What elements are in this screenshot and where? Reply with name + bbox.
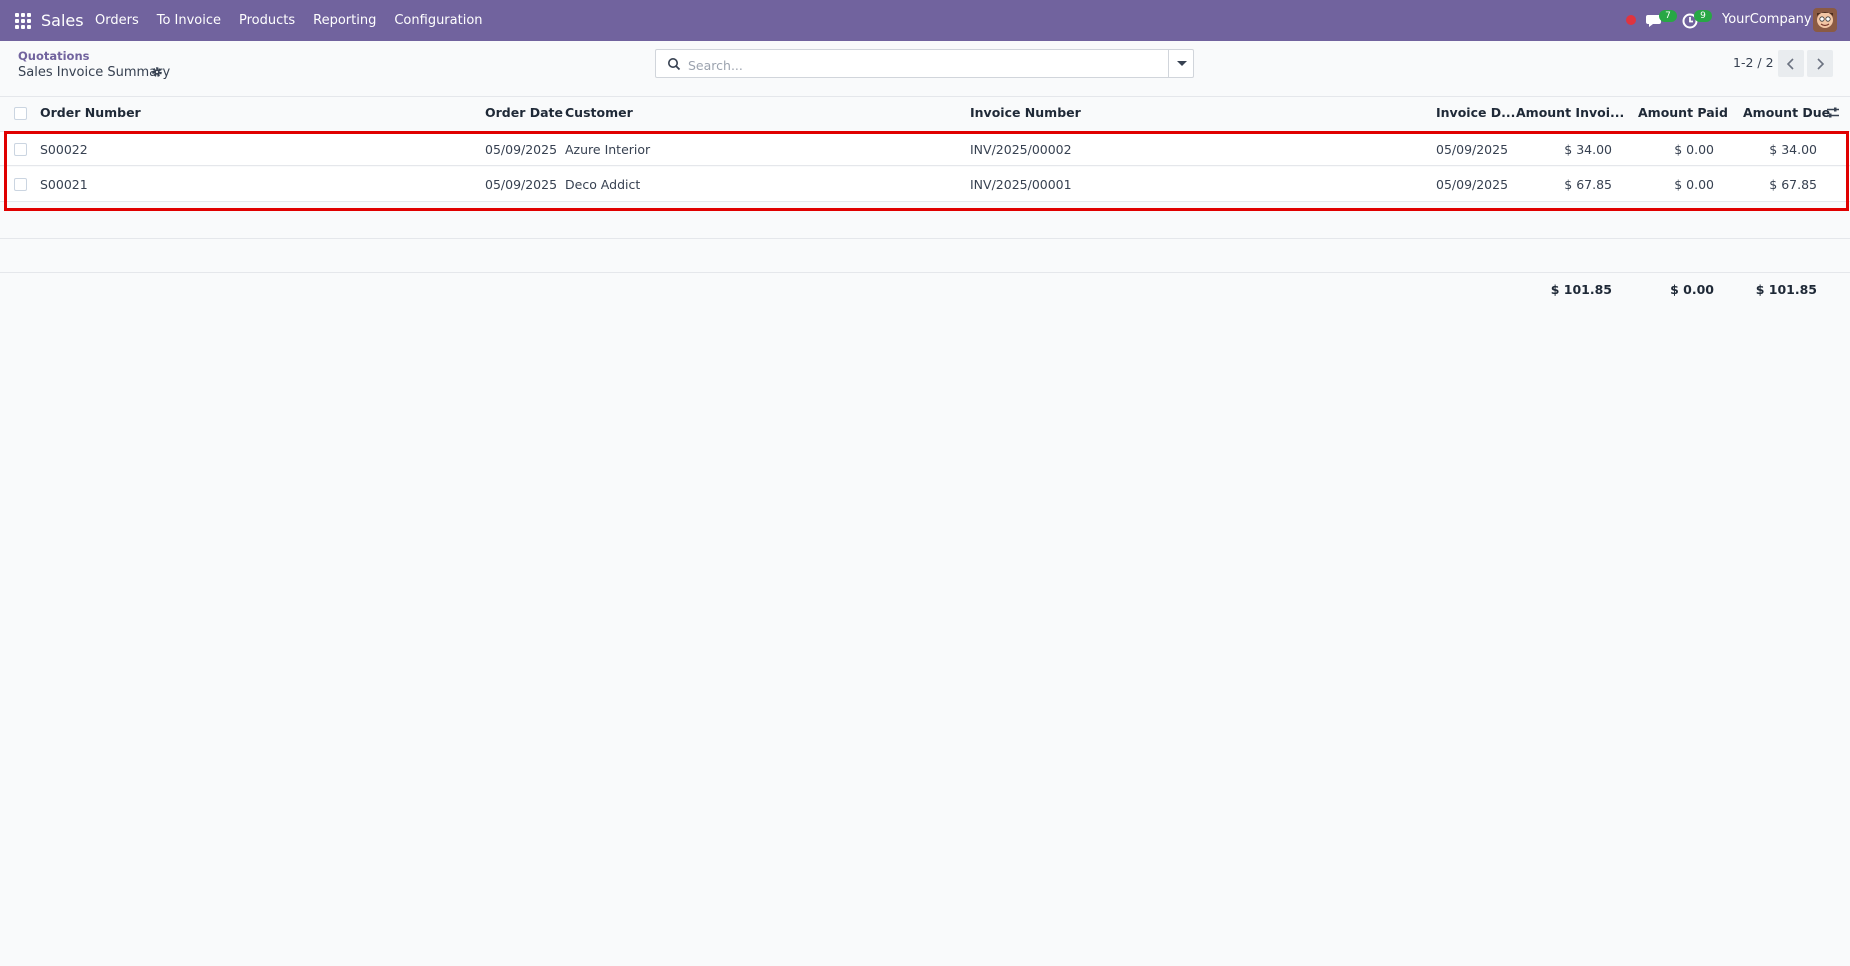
total-amount-invoiced: $ 101.85 — [1550, 282, 1612, 297]
chat-badge: 7 — [1659, 10, 1677, 22]
column-order-date[interactable]: Order Date — [485, 105, 563, 120]
row-checkbox[interactable] — [14, 178, 27, 191]
empty-row-divider — [0, 238, 1850, 239]
optional-columns-icon[interactable] — [1826, 106, 1840, 119]
pager-next-button[interactable] — [1807, 50, 1833, 77]
breadcrumb-quotations[interactable]: Quotations — [18, 49, 90, 63]
column-customer[interactable]: Customer — [565, 105, 633, 120]
page-title: Sales Invoice Summary — [18, 65, 171, 80]
menu-item-to-invoice[interactable]: To Invoice — [148, 0, 230, 41]
search-input[interactable] — [686, 54, 1160, 76]
cell-order-number: S00021 — [40, 177, 88, 192]
company-switcher[interactable]: YourCompany — [1722, 12, 1812, 27]
search-icon — [668, 58, 681, 71]
column-amount-paid[interactable]: Amount Paid — [1638, 105, 1728, 120]
empty-row-divider — [0, 272, 1850, 273]
user-avatar[interactable] — [1813, 8, 1837, 32]
cell-invoice-date: 05/09/2025 — [1436, 177, 1509, 192]
cell-order-date: 05/09/2025 — [485, 142, 558, 157]
chevron-left-icon — [1786, 57, 1794, 70]
cell-amount-paid: $ 0.00 — [1674, 177, 1714, 192]
top-navbar: Sales Orders To Invoice Products Reporti… — [0, 0, 1850, 41]
cell-order-number: S00022 — [40, 142, 88, 157]
app-grid-icon[interactable] — [15, 13, 31, 29]
table-row[interactable]: S00021 05/09/2025 Deco Addict INV/2025/0… — [0, 167, 1850, 202]
cell-customer: Azure Interior — [565, 142, 651, 157]
cell-invoice-number: INV/2025/00002 — [970, 142, 1072, 157]
column-order-number[interactable]: Order Number — [40, 105, 141, 120]
cell-customer: Deco Addict — [565, 177, 641, 192]
menu-item-products[interactable]: Products — [230, 0, 304, 41]
total-amount-due: $ 101.85 — [1755, 282, 1817, 297]
activity-badge: 9 — [1694, 10, 1712, 22]
table-header: Order Number Order Date Customer Invoice… — [0, 97, 1850, 129]
cell-invoice-number: INV/2025/00001 — [970, 177, 1072, 192]
column-amount-due[interactable]: Amount Due — [1743, 105, 1830, 120]
column-invoice-number[interactable]: Invoice Number — [970, 105, 1081, 120]
row-checkbox[interactable] — [14, 143, 27, 156]
menu-item-orders[interactable]: Orders — [86, 0, 148, 41]
cell-amount-due: $ 67.85 — [1769, 177, 1817, 192]
search-options-toggle[interactable] — [1168, 49, 1194, 78]
total-amount-paid: $ 0.00 — [1670, 282, 1714, 297]
column-invoice-date[interactable]: Invoice D... — [1436, 105, 1515, 120]
cell-order-date: 05/09/2025 — [485, 177, 558, 192]
cell-amount-invoiced: $ 34.00 — [1564, 142, 1612, 157]
cell-invoice-date: 05/09/2025 — [1436, 142, 1509, 157]
table-row[interactable]: S00022 05/09/2025 Azure Interior INV/202… — [0, 131, 1850, 166]
chevron-right-icon — [1817, 57, 1825, 70]
menu-item-configuration[interactable]: Configuration — [385, 0, 491, 41]
cell-amount-invoiced: $ 67.85 — [1564, 177, 1612, 192]
cell-amount-paid: $ 0.00 — [1674, 142, 1714, 157]
pager-previous-button[interactable] — [1778, 50, 1804, 77]
search-box — [655, 49, 1194, 78]
status-dot-icon[interactable] — [1626, 15, 1636, 25]
gear-icon[interactable] — [151, 66, 163, 78]
cell-amount-due: $ 34.00 — [1769, 142, 1817, 157]
menu-item-reporting[interactable]: Reporting — [304, 0, 385, 41]
pager-value[interactable]: 1-2 / 2 — [1733, 55, 1774, 70]
select-all-checkbox[interactable] — [14, 107, 27, 120]
column-amount-invoiced[interactable]: Amount Invoi... — [1516, 105, 1624, 120]
app-brand[interactable]: Sales — [41, 11, 84, 30]
main-menu: Orders To Invoice Products Reporting Con… — [86, 0, 492, 41]
